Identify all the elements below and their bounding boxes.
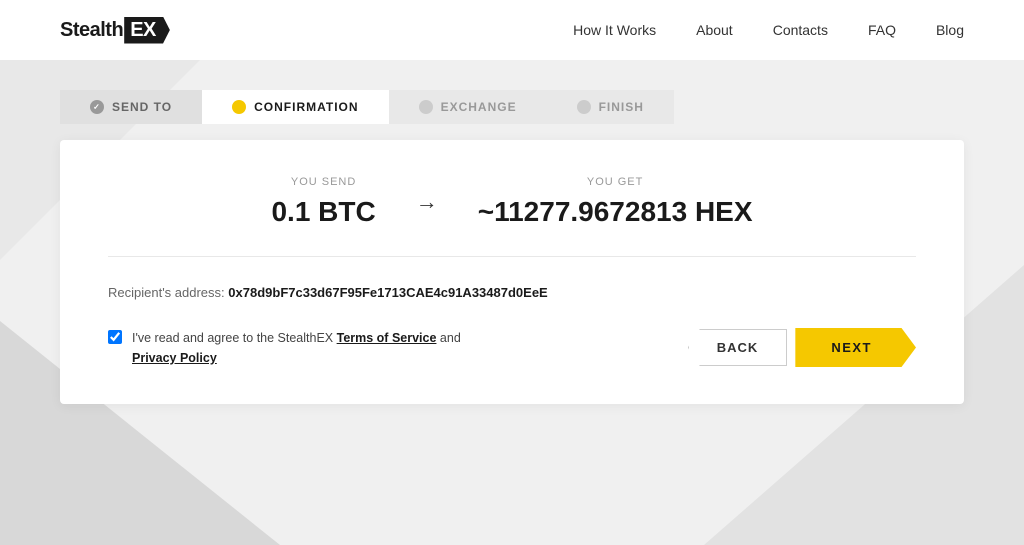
agreement-left: I've read and agree to the StealthEX Ter… <box>108 328 461 368</box>
main-content: SEND TO CONFIRMATION EXCHANGE FINISH YOU… <box>0 60 1024 434</box>
agreement-prefix: I've read and agree to the StealthEX <box>132 331 337 345</box>
step-dot-send-to <box>90 100 104 114</box>
you-get-amount: ~11277.9672813 HEX <box>478 196 753 228</box>
recipient-row: Recipient's address: 0x78d9bF7c33d67F95F… <box>108 285 916 300</box>
step-dot-confirmation <box>232 100 246 114</box>
terms-checkbox[interactable] <box>108 330 122 344</box>
step-dot-finish <box>577 100 591 114</box>
step-label-confirmation: CONFIRMATION <box>254 100 358 114</box>
nav-blog[interactable]: Blog <box>936 22 964 38</box>
you-send-label: YOU SEND <box>271 176 375 188</box>
get-side: YOU GET ~11277.9672813 HEX <box>478 176 753 228</box>
nav-contacts[interactable]: Contacts <box>773 22 828 38</box>
agreement-text: I've read and agree to the StealthEX Ter… <box>132 328 461 368</box>
exchange-arrow-icon: → <box>416 189 438 215</box>
header: StealthEX How It Works About Contacts FA… <box>0 0 1024 60</box>
main-nav: How It Works About Contacts FAQ Blog <box>573 22 964 38</box>
nav-about[interactable]: About <box>696 22 733 38</box>
step-label-exchange: EXCHANGE <box>441 100 517 114</box>
step-finish: FINISH <box>547 90 674 124</box>
step-label-send-to: SEND TO <box>112 100 172 114</box>
logo-text: Stealth <box>60 19 123 42</box>
confirmation-card: YOU SEND 0.1 BTC → YOU GET ~11277.967281… <box>60 140 964 404</box>
step-exchange: EXCHANGE <box>389 90 547 124</box>
terms-of-service-link[interactable]: Terms of Service <box>337 331 437 345</box>
send-side: YOU SEND 0.1 BTC <box>271 176 375 228</box>
step-label-finish: FINISH <box>599 100 644 114</box>
agreement-middle: and <box>436 331 460 345</box>
you-get-label: YOU GET <box>478 176 753 188</box>
nav-how-it-works[interactable]: How It Works <box>573 22 656 38</box>
agreement-row: I've read and agree to the StealthEX Ter… <box>108 328 916 368</box>
step-confirmation: CONFIRMATION <box>202 90 388 124</box>
logo-ex: EX <box>124 17 170 44</box>
recipient-label: Recipient's address: <box>108 285 225 300</box>
step-dot-exchange <box>419 100 433 114</box>
nav-faq[interactable]: FAQ <box>868 22 896 38</box>
privacy-policy-link[interactable]: Privacy Policy <box>132 351 217 365</box>
next-button[interactable]: NEXT <box>795 328 916 367</box>
you-send-amount: 0.1 BTC <box>271 196 375 228</box>
back-button[interactable]: BACK <box>688 329 788 366</box>
logo[interactable]: StealthEX <box>60 17 170 44</box>
action-buttons: BACK NEXT <box>688 328 916 367</box>
stepper: SEND TO CONFIRMATION EXCHANGE FINISH <box>60 90 964 124</box>
step-send-to: SEND TO <box>60 90 202 124</box>
exchange-summary: YOU SEND 0.1 BTC → YOU GET ~11277.967281… <box>108 176 916 257</box>
recipient-address: 0x78d9bF7c33d67F95Fe1713CAE4c91A33487d0E… <box>228 285 547 300</box>
